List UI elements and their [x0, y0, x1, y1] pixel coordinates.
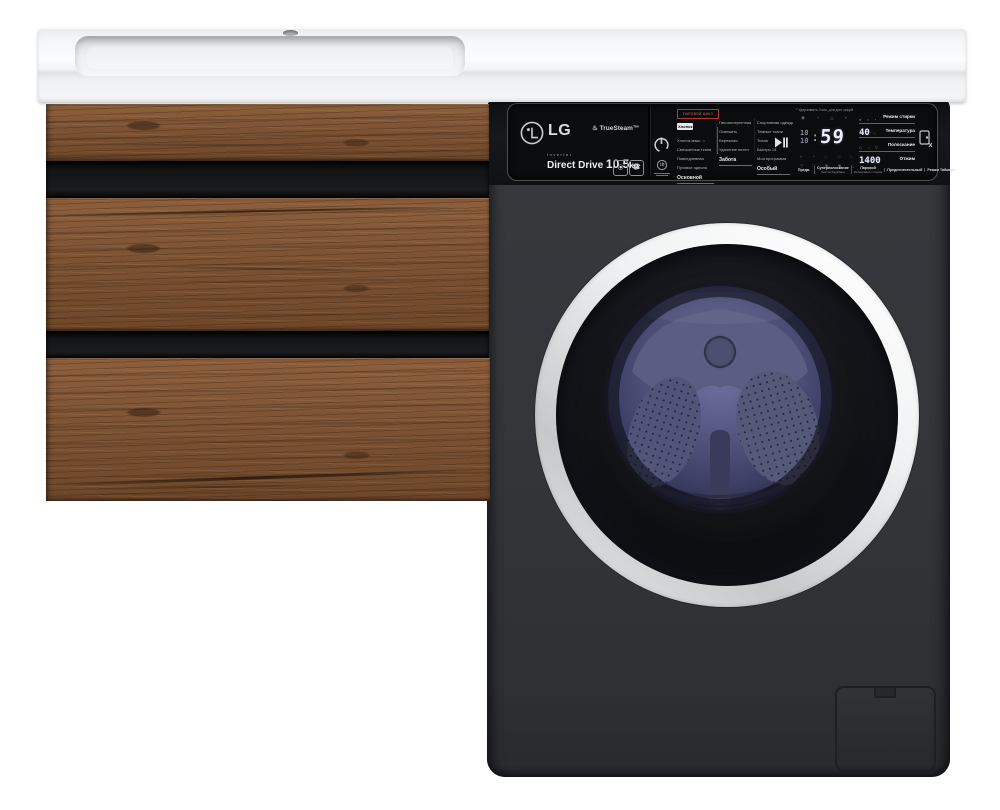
setting-label: Полоскание [888, 142, 915, 147]
display-colon: : [811, 130, 818, 144]
vanity-recess-gap [46, 161, 489, 198]
aux-digits-top: 18 [800, 129, 809, 137]
setting-label: Отжим [900, 156, 915, 161]
smart-diagnosis-badge-icon: ☎ [629, 160, 644, 176]
program-item[interactable]: Бережная [719, 136, 755, 145]
program-item[interactable]: Хлопок [677, 123, 693, 130]
option-button[interactable]: Предпочтительный [884, 168, 924, 173]
program-group-header: Забота [719, 157, 752, 166]
steam-option-caption2 [656, 175, 668, 176]
aux-digits-bottom: 10 [800, 137, 809, 145]
power-button[interactable] [653, 136, 670, 153]
steam-programs-bracket [717, 127, 718, 154]
faucet-hole [283, 30, 298, 36]
program-item[interactable]: Повседневная [677, 154, 717, 163]
status-icons-row1: ◐ ◔ ♨ ◇ ○ [800, 154, 857, 160]
drum-interior [602, 280, 838, 516]
time-display: 18 10 : 59 [800, 123, 860, 151]
program-column-2: ГипоаллергеннаяОсвежитьБережнаяУдаление … [719, 118, 755, 166]
option-button[interactable]: Предв. [794, 168, 814, 173]
steam-option-icon[interactable] [656, 159, 668, 171]
vanity-middle-drawer[interactable] [46, 198, 489, 331]
control-panel: LG ♨ TrueSteam™ Inverter Direct Drive 10… [507, 103, 938, 181]
product-scene: LG ♨ TrueSteam™ Inverter Direct Drive 10… [0, 0, 1000, 810]
direct-drive-text: Direct Drive [547, 160, 603, 171]
program-group-header: Основной [677, 175, 714, 184]
program-column-separator [754, 118, 755, 156]
warranty-badge-icon: ◎ [613, 160, 628, 176]
sink-basin-floor [85, 45, 455, 71]
display-minutes: 59 [819, 126, 845, 148]
lg-logo-icon [519, 120, 545, 146]
program-column-1: Хлопок Хлопок макс. ○Смешанные тканиПовсе… [677, 118, 717, 184]
program-item[interactable]: Спортивная одежда [757, 118, 793, 127]
lg-logo-text: LG [548, 122, 571, 140]
option-button[interactable]: ПаровойИнтенсивно с паром [851, 166, 884, 174]
program-group-header: Особый [757, 166, 790, 175]
start-pause-button[interactable] [773, 135, 788, 150]
truesteam-label: ♨ TrueSteam™ [592, 124, 639, 132]
sink-countertop [38, 28, 966, 102]
program-item[interactable]: Хлопок макс. ○ [677, 136, 717, 145]
program-item[interactable]: Моя программа [757, 154, 793, 163]
child-lock-icon [919, 130, 933, 150]
display-aux-digits: 18 10 [800, 129, 808, 145]
service-door-latch[interactable] [874, 686, 896, 698]
service-door[interactable] [835, 686, 936, 772]
vanity-top-drawer[interactable] [46, 104, 489, 161]
program-item[interactable]: Освежить [719, 127, 755, 136]
option-button-sublabel: Чистка барабана [817, 171, 849, 175]
vanity-bottom-drawer[interactable] [46, 358, 490, 501]
setting-label: Температура [886, 128, 915, 133]
program-item[interactable]: Удаление пятен [719, 145, 755, 154]
washer-door[interactable] [535, 223, 919, 607]
sink-basin [75, 36, 465, 76]
vanity-recess-gap [46, 331, 489, 358]
option-button-label: Предпочтительный [887, 168, 922, 173]
option-button-label: Предв. [796, 168, 812, 173]
program-item[interactable]: Смешанные ткани [677, 145, 717, 154]
settings-column: ● ◑ ◔Режим стирки40 □Температура◇ ○ ▽Пол… [859, 110, 915, 165]
setting-label: Режим стирки [883, 114, 915, 119]
steam-option-caption [654, 173, 670, 174]
hint-text: Удерживать 3 сек. для доп. опций [798, 108, 853, 112]
option-buttons-row: Предв.СуперполосканиеЧистка барабанаПаро… [794, 163, 934, 177]
washing-machine: LG ♨ TrueSteam™ Inverter Direct Drive 10… [487, 95, 950, 777]
program-item[interactable]: Гипоаллергенная [719, 118, 755, 127]
panel-divider [648, 107, 650, 176]
option-button[interactable]: СуперполосканиеЧистка барабана [814, 166, 851, 174]
display-top-icons: ◉ ◔ △ ◐ [801, 115, 853, 121]
option-button[interactable]: Режим Таймера [924, 168, 957, 173]
option-button-label: Режим Таймера [927, 168, 955, 173]
option-button-sublabel: Интенсивно с паром [854, 171, 882, 175]
program-item[interactable]: Пуховое одеяло [677, 163, 717, 172]
